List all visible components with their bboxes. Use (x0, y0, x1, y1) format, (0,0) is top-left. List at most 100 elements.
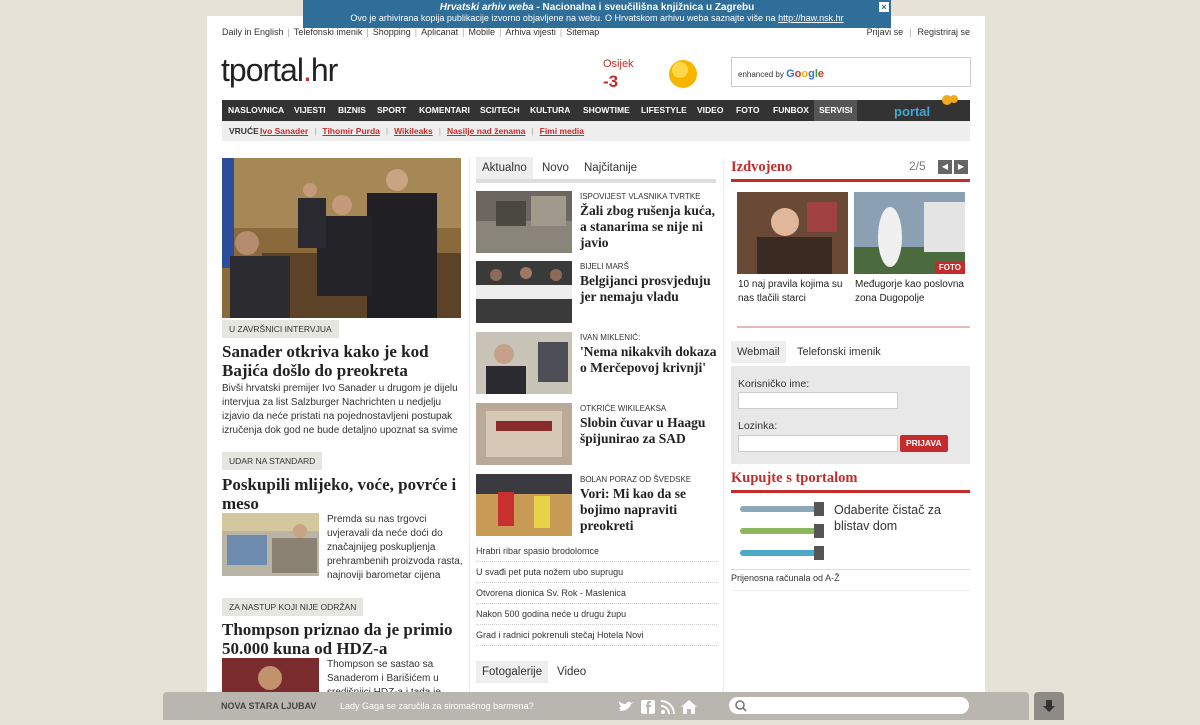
nav-servisi[interactable]: SERVISI (814, 100, 858, 121)
plain-news-item[interactable]: Grad i radnici pokrenuli stečaj Hotela N… (476, 625, 717, 646)
plain-news-item[interactable]: Hrabri ribar spasio brodolomce (476, 541, 717, 562)
izdvojeno-caption-1[interactable]: 10 naj pravila kojima su nas tlačili sta… (738, 278, 848, 306)
news-thumb (476, 474, 572, 536)
banner-link[interactable]: http://haw.nsk.hr (778, 13, 844, 23)
shop-link[interactable]: Prijenosna računala od A-Ž (731, 573, 840, 583)
plain-news-item[interactable]: Otvorena dionica Sv. Rok - Maslenica (476, 583, 717, 604)
tab-fotogalerije[interactable]: Fotogalerije (476, 661, 549, 683)
username-field[interactable] (738, 392, 898, 409)
main-nav: NASLOVNICA VIJESTI BIZNIS SPORT KOMENTAR… (222, 95, 970, 121)
news-thumb (476, 403, 572, 465)
username-label: Korisničko ime: (738, 378, 810, 390)
news-headline[interactable]: 'Nema nikakvih dokaza o Merčepovoj krivn… (580, 344, 718, 376)
nav-komentari[interactable]: KOMENTARI (419, 100, 470, 121)
prev-arrow-icon[interactable]: ◀ (938, 160, 952, 174)
portal-logo[interactable]: portal (886, 94, 970, 121)
nav-scitech[interactable]: SCI/TECH (480, 100, 520, 121)
lead-headline[interactable]: Sanader otkriva kako je kod Bajića došlo… (222, 342, 462, 380)
news-thumb (476, 261, 572, 323)
nav-lifestyle[interactable]: LIFESTYLE (641, 100, 687, 121)
hot-tag-fimi[interactable]: Fimi media (540, 126, 584, 136)
nav-vijesti[interactable]: VIJESTI (294, 100, 326, 121)
plain-news-item[interactable]: U svađi pet puta nožem ubo suprugu (476, 562, 717, 583)
news-item[interactable]: IVAN MIKLENIĆ: 'Nema nikakvih dokaza o M… (476, 332, 717, 402)
down-arrow-icon[interactable] (1034, 692, 1064, 720)
login-button[interactable]: PRIJAVA (900, 435, 948, 452)
nav-showtime[interactable]: SHOWTIME (583, 100, 630, 121)
tab-telefonski-imenik[interactable]: Telefonski imenik (791, 341, 887, 363)
bottom-headline[interactable]: Lady Gaga se zaručila za siromašnog barm… (340, 701, 534, 711)
bottom-label: NOVA STARA LJUBAV (221, 701, 317, 711)
toplink-daily-english[interactable]: Daily in English (222, 27, 284, 37)
tab-webmail[interactable]: Webmail (731, 341, 786, 363)
tab-aktualno[interactable]: Aktualno (476, 157, 533, 179)
next-arrow-icon[interactable]: ▶ (954, 160, 968, 174)
facebook-icon[interactable] (641, 700, 655, 714)
hot-tag-sanader[interactable]: Ivo Sanader (260, 126, 308, 136)
shop-underline (731, 490, 970, 493)
toplink-shopping[interactable]: Shopping (373, 27, 411, 37)
shop-product-image[interactable] (734, 500, 830, 568)
rss-icon[interactable] (660, 700, 675, 715)
toplink-telefonski-imenik[interactable]: Telefonski imenik (294, 27, 363, 37)
izdvojeno-thumb-2[interactable]: FOTO (854, 192, 965, 274)
bottom-toolbar: NOVA STARA LJUBAV Lady Gaga se zaručila … (163, 692, 1029, 720)
shop-product-text[interactable]: Odaberite čistač za blistav dom (834, 502, 964, 534)
nav-video[interactable]: VIDEO (697, 100, 723, 121)
news-thumb (476, 332, 572, 394)
tab-najcitanije[interactable]: Najčitanije (578, 157, 643, 179)
tab-novo[interactable]: Novo (536, 157, 575, 179)
news-thumb (476, 191, 572, 253)
news-item[interactable]: OTKRIĆE WIKILEAKSA Slobin čuvar u Haagu … (476, 403, 717, 473)
news-headline[interactable]: Žali zbog rušenja kuća, a stanarima se n… (580, 203, 718, 251)
home-icon[interactable] (681, 700, 697, 714)
media-tabs: Fotogalerije Video (476, 661, 716, 683)
izdvojeno-thumb-1[interactable] (737, 192, 848, 274)
news-item[interactable]: BIJELI MARŠ Belgijanci prosvjeduju jer n… (476, 261, 717, 331)
social-icons (615, 698, 701, 716)
site-logo[interactable]: tportal.hr (221, 52, 338, 89)
plain-news-item[interactable]: Nakon 500 godina neće u drugu župu (476, 604, 717, 625)
story2-kicker: UDAR NA STANDARD (222, 452, 323, 470)
google-search-input[interactable]: enhanced by Google (731, 57, 971, 87)
plain-news-list: Hrabri ribar spasio brodolomce U svađi p… (476, 541, 717, 646)
register-link[interactable]: Registriraj se (917, 27, 970, 37)
shop-title: Kupujte s tportalom (731, 470, 858, 486)
bottom-search-input[interactable] (729, 697, 969, 714)
nav-kultura[interactable]: KULTURA (530, 100, 570, 121)
news-item[interactable]: BOLAN PORAZ OD ŠVEDSKE Vori: Mi kao da s… (476, 474, 717, 544)
toplink-arhiva[interactable]: Arhiva vijesti (505, 27, 556, 37)
hot-tag-nasilje[interactable]: Nasilje nad ženama (447, 126, 525, 136)
story3-kicker: ZA NASTUP KOJI NIJE ODRŽAN (222, 598, 364, 616)
story2-headline[interactable]: Poskupili mlijeko, voće, povrće i meso (222, 475, 462, 513)
news-headline[interactable]: Belgijanci prosvjeduju jer nemaju vladu (580, 273, 718, 305)
news-kicker: ISPOVIJEST VLASNIKA TVRTKE (580, 192, 701, 201)
twitter-icon[interactable] (619, 701, 634, 711)
toplink-aplicanat[interactable]: Aplicanat (421, 27, 458, 37)
nav-sport[interactable]: SPORT (377, 100, 406, 121)
izdvojeno-underline (731, 179, 970, 182)
hot-tag-purda[interactable]: Tihomir Purda (322, 126, 379, 136)
story2-thumb[interactable] (222, 513, 319, 576)
password-field[interactable] (738, 435, 898, 452)
lead-story-photo[interactable] (222, 158, 461, 318)
news-headline[interactable]: Slobin čuvar u Haagu špijunirao za SAD (580, 415, 718, 447)
izdvojeno-caption-2[interactable]: Međugorje kao poslovna zona Dugopolje (855, 278, 965, 306)
nav-biznis[interactable]: BIZNIS (338, 100, 366, 121)
login-link[interactable]: Prijavi se (867, 27, 904, 37)
close-icon[interactable]: × (879, 2, 889, 12)
tab-video[interactable]: Video (551, 661, 592, 683)
toplink-sitemap[interactable]: Sitemap (566, 27, 599, 37)
nav-foto[interactable]: FOTO (736, 100, 759, 121)
google-logo: Google (786, 68, 825, 80)
toplink-mobile[interactable]: Mobile (469, 27, 496, 37)
hot-tag-wikileaks[interactable]: Wikileaks (394, 126, 433, 136)
nav-naslovnica[interactable]: NASLOVNICA (228, 100, 284, 121)
hot-topics-bar: VRUĆE Ivo Sanader | Tihomir Purda | Wikileak… (222, 121, 970, 141)
weather-city: Osijek (603, 58, 634, 70)
lead-photo-image (222, 158, 461, 318)
news-item[interactable]: ISPOVIJEST VLASNIKA TVRTKE Žali zbog ruš… (476, 191, 717, 261)
nav-funbox[interactable]: FUNBOX (773, 100, 809, 121)
news-headline[interactable]: Vori: Mi kao da se bojimo napraviti preo… (580, 486, 718, 534)
story3-headline[interactable]: Thompson priznao da je primio 50.000 kun… (222, 620, 467, 658)
